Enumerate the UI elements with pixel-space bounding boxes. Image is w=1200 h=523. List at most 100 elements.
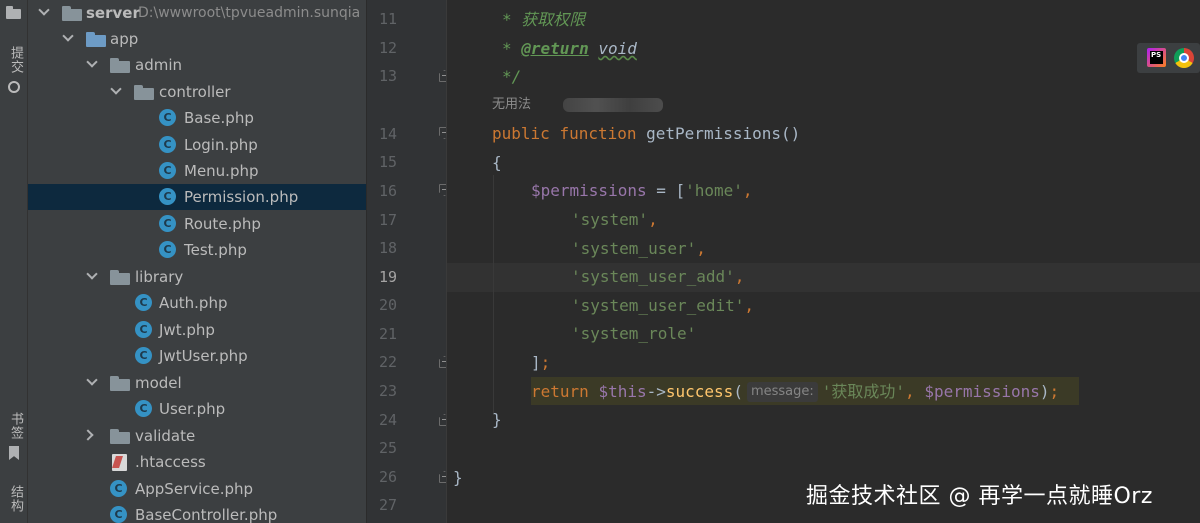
phpstorm-icon[interactable]: PS — [1147, 48, 1166, 67]
string: 'system_user_edit' — [571, 296, 745, 315]
comma: , — [734, 267, 745, 286]
line-number: 13 — [378, 67, 397, 85]
doc-type: void — [598, 39, 637, 58]
tree-item-label: JwtUser.php — [159, 347, 248, 365]
comma: , — [744, 296, 755, 315]
tree-item-menu-php[interactable]: C Menu.php — [28, 158, 366, 184]
comma: , — [742, 181, 753, 200]
chevron-down-icon[interactable] — [110, 83, 122, 95]
string: 'system' — [571, 210, 649, 229]
tree-item-base-php[interactable]: C Base.php — [28, 105, 366, 131]
line-number: 24 — [378, 411, 397, 429]
tree-item-htaccess[interactable]: .htaccess — [28, 449, 366, 475]
code-line-23: return $this->success(message: '获取成功', $p… — [531, 377, 1059, 406]
php-class-icon: C — [135, 400, 152, 417]
chrome-icon[interactable] — [1174, 48, 1194, 68]
line-number: 27 — [378, 496, 397, 514]
project-tool-icon[interactable] — [6, 6, 21, 19]
tree-item-user-php[interactable]: C User.php — [28, 396, 366, 422]
current-line-highlight — [447, 263, 1200, 292]
tree-item-jwt-php[interactable]: C Jwt.php — [28, 317, 366, 343]
line-number: 12 — [378, 39, 397, 57]
line-number: 23 — [378, 382, 397, 400]
assign: = [ — [646, 181, 686, 200]
commit-icon[interactable] — [8, 81, 20, 93]
tree-item-appservice-php[interactable]: C AppService.php — [28, 476, 366, 502]
php-class-icon: C — [135, 321, 152, 338]
bookmarks-tool-label[interactable]: 书签 — [3, 412, 25, 440]
chevron-down-icon[interactable] — [38, 4, 50, 16]
folder-icon — [62, 6, 82, 21]
tree-item-permission-php[interactable]: C Permission.php — [28, 184, 366, 210]
doc-space — [589, 39, 599, 58]
htaccess-file-icon — [112, 454, 127, 471]
php-class-icon: C — [159, 162, 176, 179]
structure-tool-label[interactable]: 结构 — [3, 485, 25, 513]
tree-item-label: Auth.php — [159, 294, 228, 312]
tree-item-app[interactable]: app — [28, 26, 366, 52]
parens: () — [781, 124, 801, 143]
tree-item-validate[interactable]: validate — [28, 423, 366, 449]
keyword: return — [531, 382, 589, 401]
chevron-down-icon[interactable] — [86, 268, 98, 280]
folder-icon — [110, 376, 130, 391]
tree-item-label: controller — [159, 83, 231, 101]
php-class-icon: C — [135, 294, 152, 311]
tree-item-login-php[interactable]: C Login.php — [28, 132, 366, 158]
folder-icon — [110, 429, 130, 444]
semicolon: ; — [540, 353, 551, 372]
tree-item-label: BaseController.php — [135, 506, 278, 523]
function-name: getPermissions — [646, 124, 781, 143]
paren-close: ) — [1039, 382, 1050, 401]
commit-tool-label[interactable]: 提交 — [3, 46, 25, 74]
code-line-18: 'system_user', — [571, 234, 706, 263]
tree-item-label: Permission.php — [184, 188, 299, 206]
tree-item-label: model — [135, 374, 182, 392]
php-class-icon: C — [110, 506, 127, 523]
php-class-icon: C — [159, 188, 176, 205]
phpstorm-glyph: PS — [1150, 51, 1163, 64]
chevron-down-icon[interactable] — [86, 374, 98, 386]
code-line-22: ]; — [531, 348, 550, 377]
string: 'system_role' — [571, 324, 697, 343]
tree-item-route-php[interactable]: C Route.php — [28, 211, 366, 237]
semicolon: ; — [1049, 382, 1060, 401]
string: 'system_user' — [571, 239, 697, 258]
tree-item-basecontroller-php[interactable]: C BaseController.php — [28, 502, 366, 523]
tool-window-strip: 提交 书签 结构 — [0, 0, 28, 523]
code-line-14: public function getPermissions() — [492, 119, 800, 148]
paren-open: ( — [733, 382, 743, 401]
variable: $permissions — [531, 181, 647, 200]
tree-item-admin[interactable]: admin — [28, 52, 366, 78]
tree-item-test-php[interactable]: C Test.php — [28, 237, 366, 263]
code-line-17: 'system', — [571, 205, 658, 234]
tree-item-controller[interactable]: controller — [28, 79, 366, 105]
line-number: 11 — [378, 10, 397, 28]
variable: $this — [598, 382, 647, 401]
indent-guide — [493, 175, 494, 415]
code-line-13: */ — [502, 62, 521, 91]
tree-item-label: app — [110, 30, 139, 48]
php-class-icon: C — [135, 347, 152, 364]
line-number: 21 — [378, 325, 397, 343]
line-number: 25 — [378, 439, 397, 457]
bookmark-icon[interactable] — [9, 446, 19, 460]
chevron-down-icon[interactable] — [62, 30, 74, 42]
brace-open: { — [492, 153, 502, 172]
tree-item-label: admin — [135, 56, 182, 74]
chevron-down-icon[interactable] — [86, 56, 98, 68]
code-editor[interactable]: * 获取权限 * @return void */ 无用法 public func… — [447, 0, 1200, 523]
tree-root[interactable]: server D:\wwwroot\tpvueadmin.sunqia — [28, 0, 366, 26]
code-line-24: } — [492, 405, 502, 434]
tree-item-library[interactable]: library — [28, 264, 366, 290]
tree-item-jwtuser-php[interactable]: C JwtUser.php — [28, 343, 366, 369]
usage-inlay-hint[interactable]: 无用法 — [492, 93, 531, 117]
tree-item-auth-php[interactable]: C Auth.php — [28, 290, 366, 316]
comma: , — [696, 239, 706, 258]
tree-item-label: library — [135, 268, 184, 286]
tree-item-label: Menu.php — [184, 162, 259, 180]
code-line-15: { — [492, 148, 502, 177]
doc-comment-star: * — [502, 39, 522, 58]
tree-item-model[interactable]: model — [28, 370, 366, 396]
chevron-right-icon[interactable] — [82, 429, 94, 441]
